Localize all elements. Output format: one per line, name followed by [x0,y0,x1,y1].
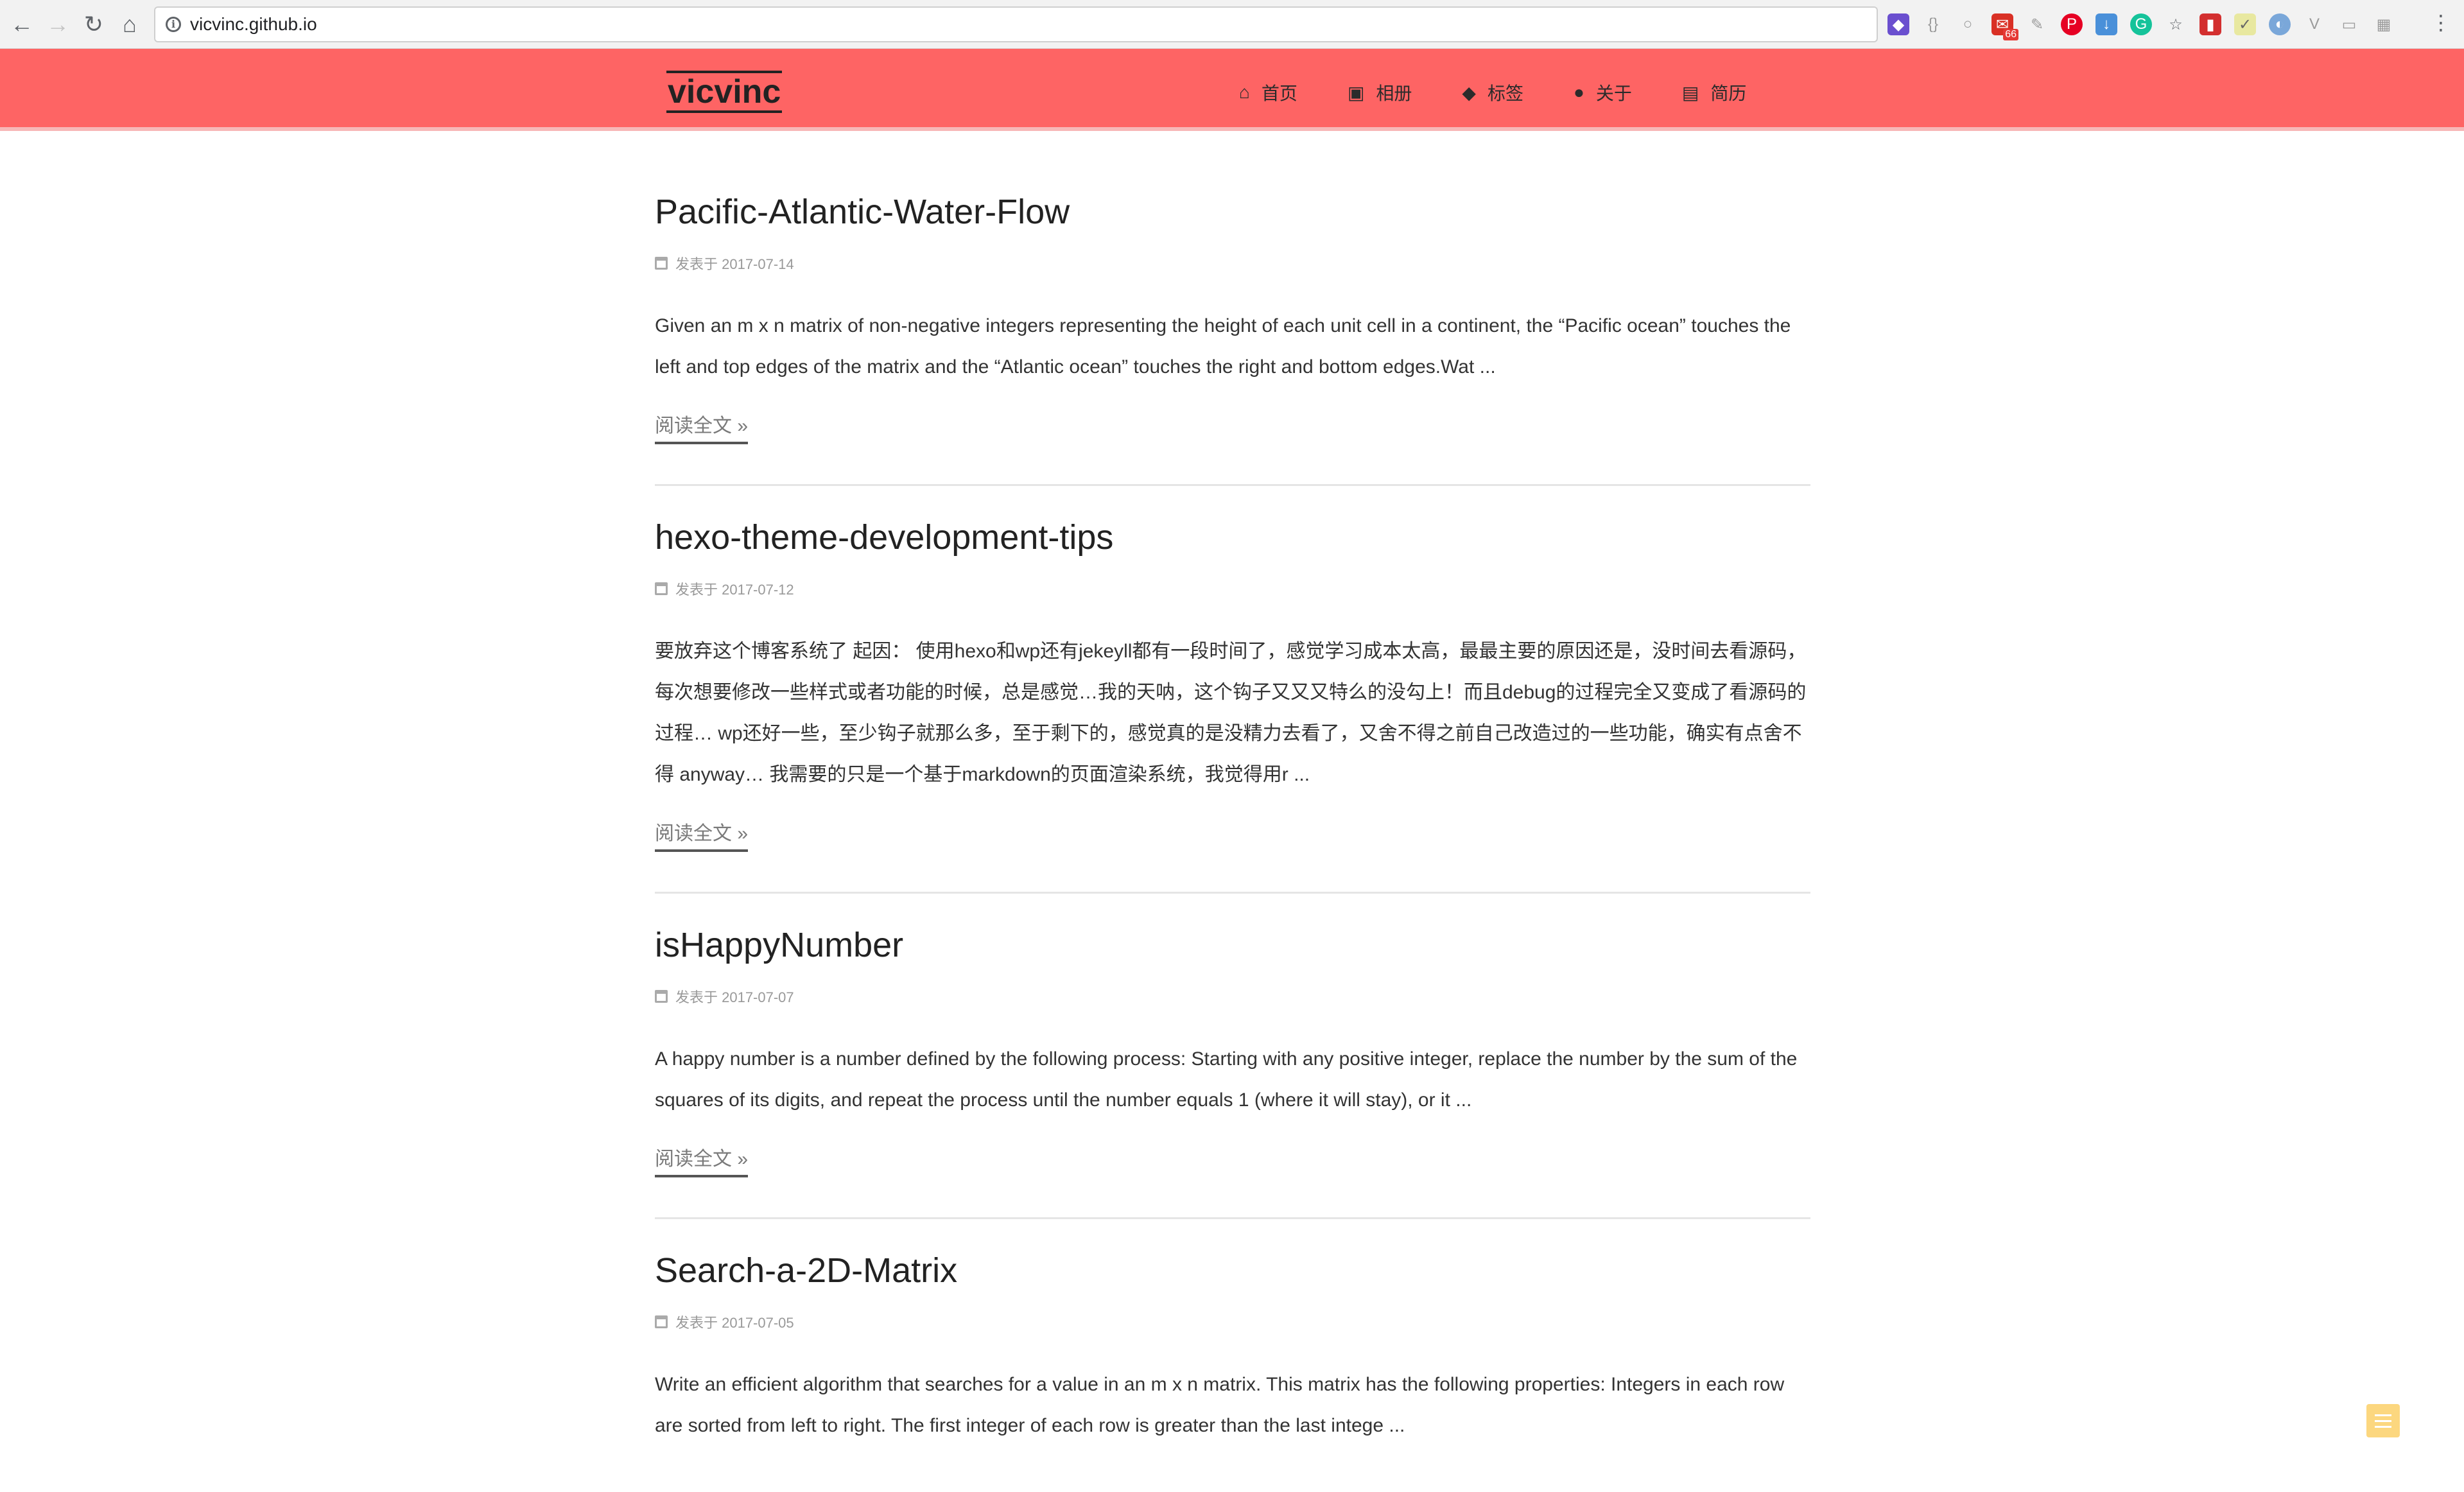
extension-bracket-icon[interactable]: {} [1922,13,1944,35]
menu-item-gallery[interactable]: ▣ 相册 [1348,80,1412,105]
extension-circle-icon[interactable]: ○ [1957,13,1979,35]
user-icon: ● [1573,82,1584,102]
calendar-icon [655,582,668,595]
grammarly-icon[interactable]: G [2130,13,2152,35]
read-more-link[interactable]: 阅读全文 » [655,410,749,444]
gmail-badge: 66 [2003,29,2018,40]
site-header: vicvinc ⌂ 首页 ▣ 相册 ◆ 标签 ● 关于 ▤ 简历 [0,49,2464,131]
post-item: Pacific-Atlantic-Water-Flow 发表于 2017-07-… [655,135,1810,486]
vue-devtools-icon[interactable]: V [2303,13,2325,35]
extension-bookmark-icon[interactable]: ▮ [2199,13,2221,35]
reload-icon[interactable]: ↻ [78,9,109,40]
gmail-icon[interactable]: ✉ 66 [1991,13,2018,40]
post-date: 发表于 2017-07-07 [675,989,794,1005]
extension-icons: ◆ {} ○ ✉ 66 ✎ P ↓ G ☆ ▮ ✓ ◐ V ▭ ▦ [1887,10,2408,40]
url-text[interactable]: vicvinc.github.io [190,14,317,35]
browser-toolbar: ← → ↻ ⌂ i vicvinc.github.io ◆ {} ○ ✉ 66 ✎… [0,0,2464,49]
post-date: 发表于 2017-07-05 [675,1315,794,1331]
menu-item-label: 首页 [1261,83,1297,103]
post-item: hexo-theme-development-tips 发表于 2017-07-… [655,518,1810,894]
extension-grid-icon[interactable]: ▦ [2373,13,2395,35]
bookmark-star-icon[interactable]: ☆ [2165,13,2187,35]
info-icon[interactable]: i [166,17,181,32]
menu-item-label: 标签 [1487,83,1523,103]
menu-bar-icon [2375,1419,2391,1422]
post-title[interactable]: Pacific-Atlantic-Water-Flow [655,135,1810,231]
post-meta: 发表于 2017-07-14 [655,253,1810,273]
post-title[interactable]: Search-a-2D-Matrix [655,1251,1810,1290]
menu-item-about[interactable]: ● 关于 [1574,80,1632,105]
post-item: isHappyNumber 发表于 2017-07-07 A happy num… [655,926,1810,1219]
menu-item-label: 相册 [1376,83,1412,103]
extension-check-icon[interactable]: ✓ [2234,13,2256,35]
address-bar[interactable]: i vicvinc.github.io [154,6,1878,42]
pinterest-icon[interactable]: P [2061,13,2083,35]
site-menu: ⌂ 首页 ▣ 相册 ◆ 标签 ● 关于 ▤ 简历 [1239,80,1796,105]
image-icon: ▣ [1347,82,1365,103]
post-excerpt: Write an efficient algorithm that search… [655,1374,1785,1436]
post-excerpt: Given an m x n matrix of non-negative in… [655,315,1791,377]
post-item: Search-a-2D-Matrix 发表于 2017-07-05 Write … [655,1251,1810,1446]
menu-item-home[interactable]: ⌂ 首页 [1239,80,1297,105]
calendar-icon [655,990,668,1003]
calendar-icon [655,257,668,270]
menu-bar-icon [2375,1414,2391,1416]
calendar-icon [655,1315,668,1328]
post-meta: 发表于 2017-07-07 [655,986,1810,1007]
read-more-link[interactable]: 阅读全文 » [655,817,749,852]
home-icon: ⌂ [1239,82,1250,102]
forward-arrow-icon[interactable]: → [42,9,73,40]
post-list: Pacific-Atlantic-Water-Flow 发表于 2017-07-… [655,135,1810,1479]
extension-shield-icon[interactable]: ◆ [1887,13,1909,35]
menu-item-resume[interactable]: ▤ 简历 [1682,80,1746,105]
extension-download-icon[interactable]: ↓ [2095,13,2117,35]
post-date: 发表于 2017-07-12 [675,582,794,598]
file-icon: ▤ [1681,82,1699,103]
post-meta: 发表于 2017-07-05 [655,1312,1810,1332]
back-arrow-icon[interactable]: ← [6,9,37,40]
home-icon[interactable]: ⌂ [114,9,145,40]
extension-feather-icon[interactable]: ✎ [2026,13,2048,35]
read-more-link[interactable]: 阅读全文 » [655,1143,749,1177]
post-title[interactable]: isHappyNumber [655,926,1810,964]
toc-toggle-button[interactable] [2366,1404,2400,1437]
post-excerpt: 要放弃这个博客系统了 起因： 使用hexo和wp还有jekeyll都有一段时间了… [655,641,1807,785]
menu-bar-icon [2375,1425,2391,1428]
site-brand[interactable]: vicvinc [666,71,783,113]
post-excerpt: A happy number is a number defined by th… [655,1048,1798,1111]
menu-item-tags[interactable]: ◆ 标签 [1462,80,1523,105]
menu-item-label: 简历 [1710,83,1747,103]
menu-item-label: 关于 [1595,83,1632,103]
post-title[interactable]: hexo-theme-development-tips [655,518,1810,557]
post-date: 发表于 2017-07-14 [675,256,794,272]
extension-window-icon[interactable]: ▭ [2338,13,2360,35]
tags-icon: ◆ [1462,82,1476,103]
extension-globe-icon[interactable]: ◐ [2269,13,2291,35]
browser-menu-icon[interactable]: ⋮ [2431,10,2451,35]
post-meta: 发表于 2017-07-12 [655,578,1810,599]
